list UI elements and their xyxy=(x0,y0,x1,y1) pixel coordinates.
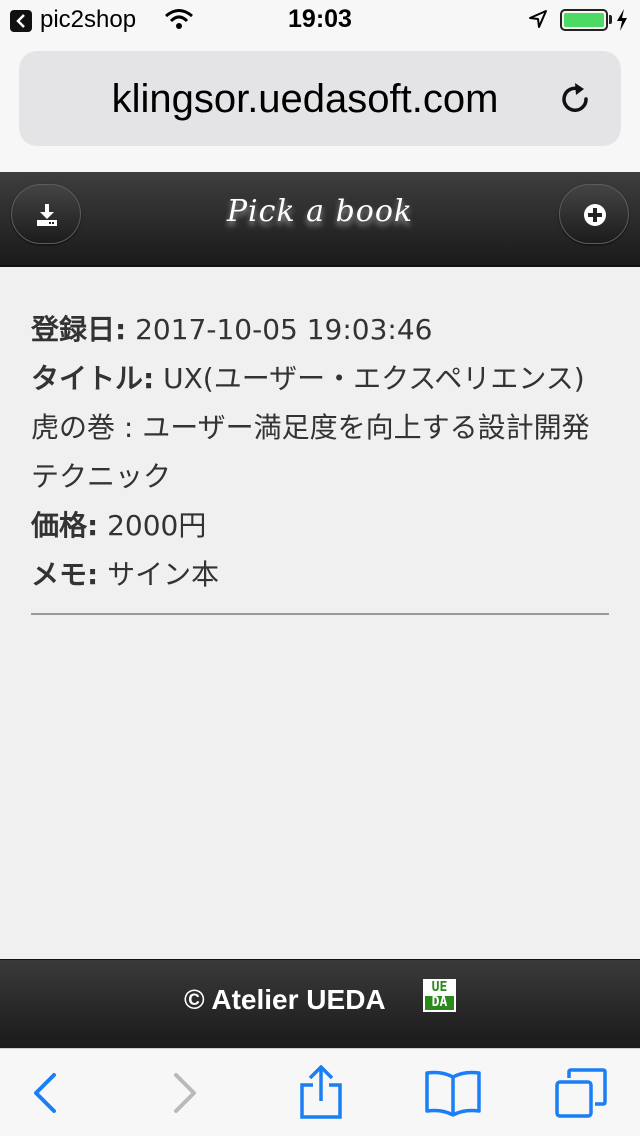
registered-date-field: 登録日: 2017-10-05 19:03:46 xyxy=(31,305,609,354)
share-icon[interactable] xyxy=(298,1065,344,1121)
registered-date-value: 2017-10-05 19:03:46 xyxy=(135,313,433,346)
title-field: タイトル: UX(ユーザー・エクスペリエンス)虎の巻 : ユーザー満足度を向上す… xyxy=(31,354,609,501)
battery-cap xyxy=(609,15,612,24)
price-value: 2000円 xyxy=(107,509,207,542)
footer: © Atelier UEDA UE DA xyxy=(0,959,640,1048)
memo-field: メモ: サイン本 xyxy=(31,550,609,599)
book-record: 登録日: 2017-10-05 19:03:46 タイトル: UX(ユーザー・エ… xyxy=(31,305,609,615)
logo-bottom-text: DA xyxy=(425,996,454,1010)
page-title: Pick a book xyxy=(226,194,414,229)
add-button[interactable] xyxy=(559,184,629,244)
app-header: Pick a book xyxy=(0,172,640,267)
reload-icon[interactable] xyxy=(557,81,593,117)
url-domain[interactable]: klingsor.uedasoft.com xyxy=(19,77,621,122)
back-icon[interactable] xyxy=(30,1071,60,1115)
atelier-ueda-logo: UE DA xyxy=(423,979,456,1012)
memo-value: サイン本 xyxy=(107,558,220,591)
title-label: タイトル: xyxy=(31,362,155,395)
price-label: 価格: xyxy=(31,509,99,542)
memo-label: メモ: xyxy=(31,558,99,591)
charging-bolt-icon xyxy=(617,9,627,31)
battery-icon xyxy=(560,9,608,31)
forward-icon[interactable] xyxy=(170,1071,200,1115)
bookmarks-icon[interactable] xyxy=(424,1069,482,1117)
price-field: 価格: 2000円 xyxy=(31,501,609,550)
plus-circle-icon xyxy=(584,204,606,226)
footer-copyright: © Atelier UEDA xyxy=(184,984,386,1015)
divider xyxy=(31,613,609,615)
tabs-icon[interactable] xyxy=(554,1067,608,1119)
url-field[interactable]: klingsor.uedasoft.com xyxy=(19,51,621,146)
status-bar: pic2shop 19:03 xyxy=(0,0,640,40)
location-arrow-icon xyxy=(529,10,547,28)
logo-top-text: UE xyxy=(425,981,454,994)
url-bar-area: klingsor.uedasoft.com xyxy=(0,40,640,172)
registered-date-label: 登録日: xyxy=(31,313,127,346)
browser-toolbar xyxy=(0,1048,640,1136)
